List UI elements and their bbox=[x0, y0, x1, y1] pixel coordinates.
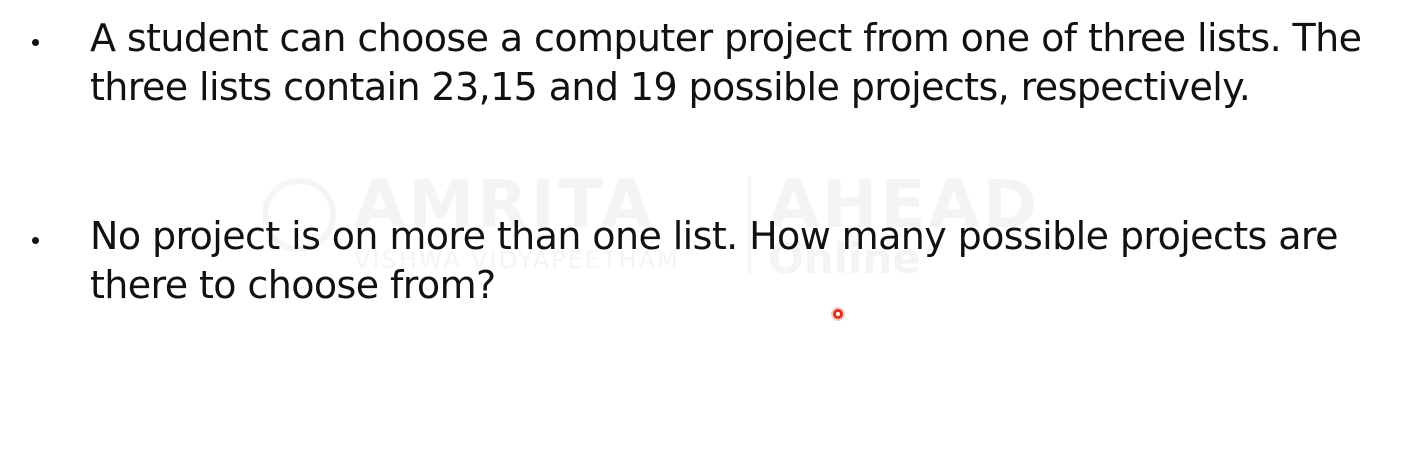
slide: AMRITA VISHWA VIDYAPEETHAM AHEAD Online … bbox=[0, 0, 1427, 453]
bullet-dot-icon bbox=[32, 39, 39, 46]
laser-pointer-icon bbox=[833, 309, 843, 319]
bullet-text: No project is on more than one list. How… bbox=[90, 214, 1338, 307]
bullet-text: A student can choose a computer project … bbox=[90, 16, 1362, 109]
bullet-dot-icon bbox=[32, 237, 39, 244]
